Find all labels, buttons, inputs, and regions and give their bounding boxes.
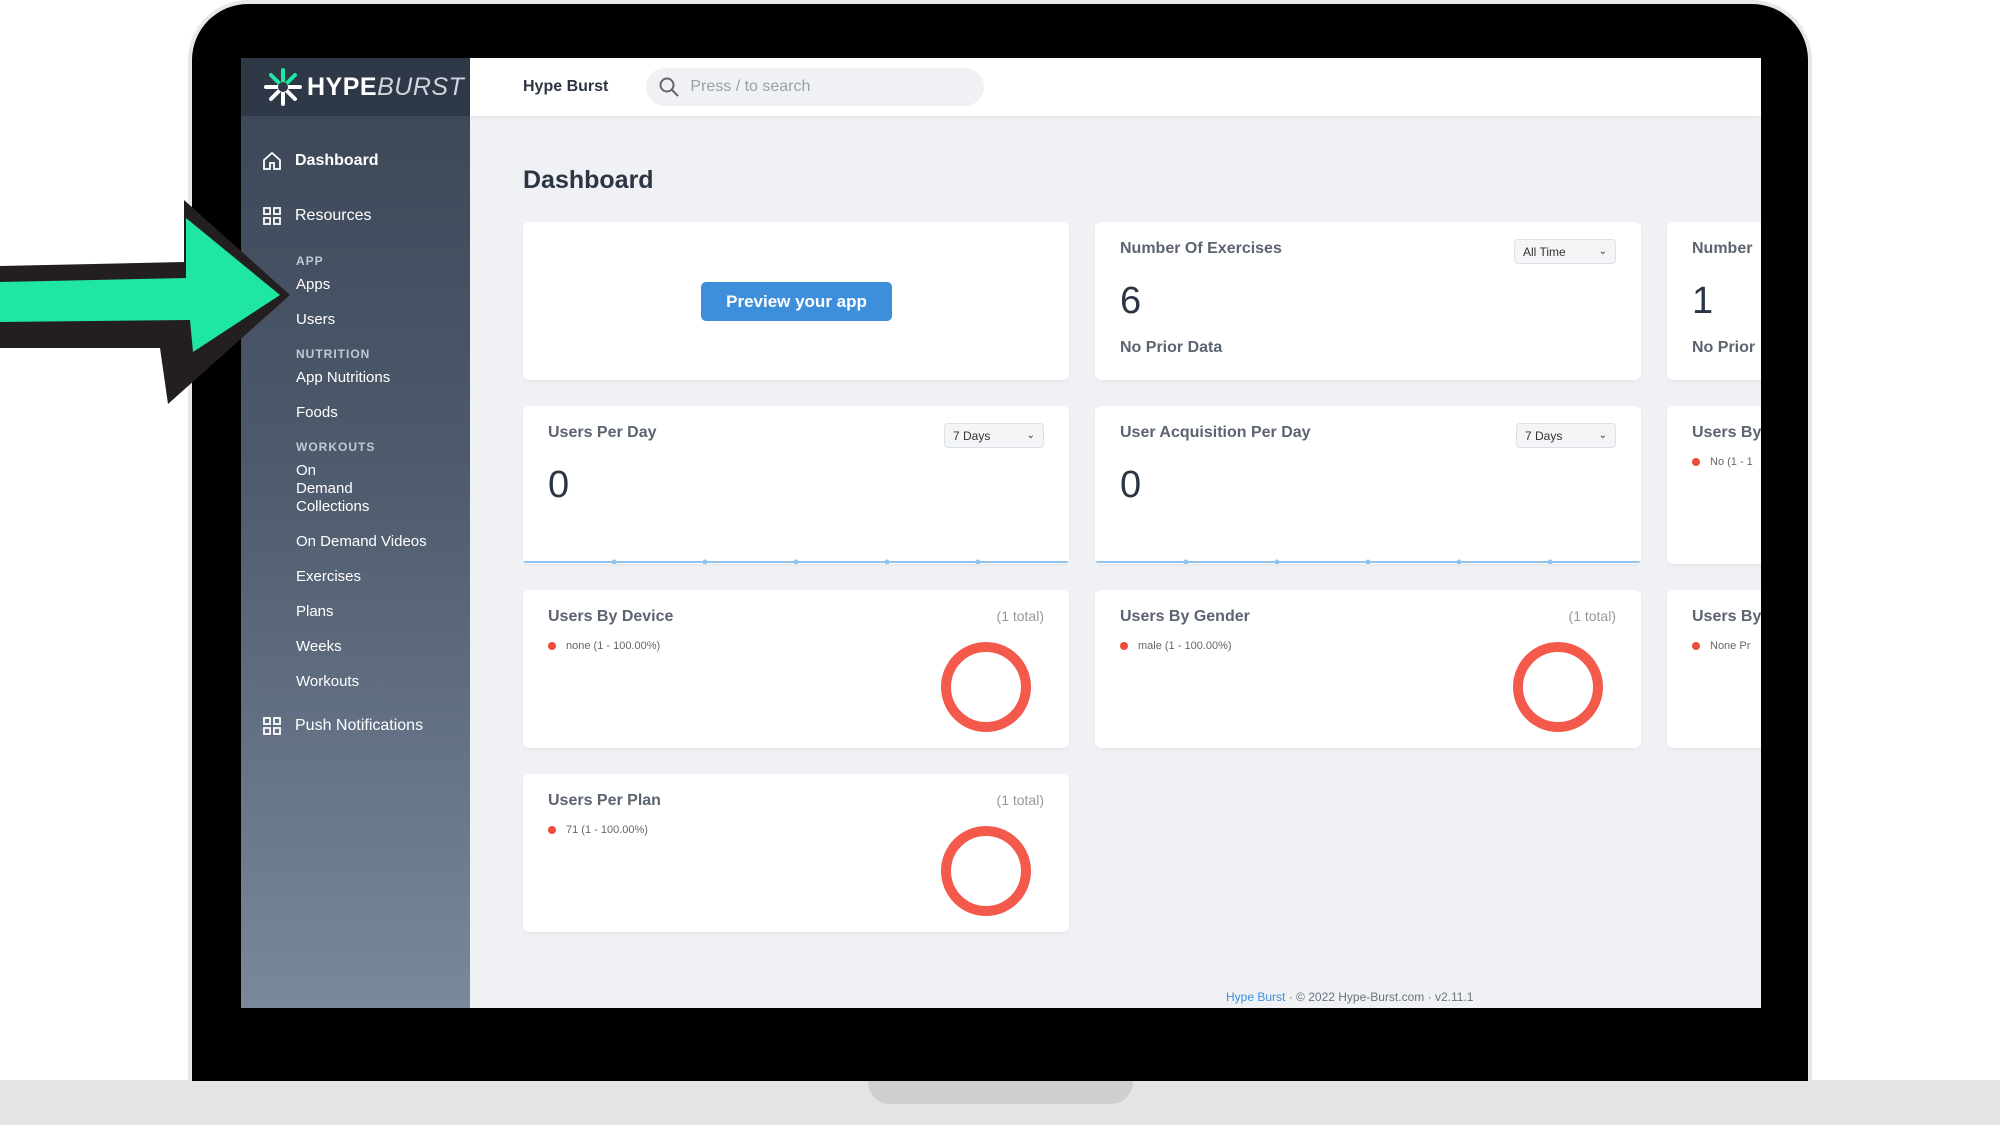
exercises-card: Number Of Exercises All Time ⌄ 6 No Prior… bbox=[1095, 222, 1641, 380]
card-title: Users Per Plan bbox=[548, 792, 661, 809]
page-title: Dashboard bbox=[523, 166, 654, 194]
users-per-day-card: Users Per Day 7 Days ⌄ 0 bbox=[523, 406, 1069, 564]
laptop-notch bbox=[868, 1080, 1133, 1104]
card-title: Users By bbox=[1692, 424, 1761, 441]
sidebar-item-exercises[interactable]: Exercises bbox=[241, 568, 470, 586]
footer-copyright: © 2022 Hype-Burst.com bbox=[1296, 990, 1425, 1004]
time-range-select[interactable]: 7 Days ⌄ bbox=[1516, 423, 1616, 448]
home-icon bbox=[263, 151, 281, 170]
laptop-stage: HYPEBURST Dashboard Resources APP Apps U… bbox=[0, 0, 2000, 1125]
brand-name[interactable]: Hype Burst bbox=[523, 78, 608, 96]
partial-metric-card: Number 1 No Prior bbox=[1667, 222, 1761, 380]
burst-logo-icon bbox=[264, 68, 302, 106]
preview-app-button[interactable]: Preview your app bbox=[701, 282, 892, 321]
metric-value: 0 bbox=[1120, 464, 1142, 506]
users-per-plan-card: Users Per Plan (1 total) 71 (1 - 100.00%… bbox=[523, 774, 1069, 932]
grid-icon bbox=[263, 717, 281, 735]
card-total: (1 total) bbox=[1568, 608, 1616, 624]
search-box[interactable] bbox=[646, 68, 985, 106]
legend-item: 71 (1 - 100.00%) bbox=[548, 824, 648, 836]
legend-item: None Pr bbox=[1692, 640, 1750, 652]
card-title: Users By Device bbox=[548, 608, 674, 625]
donut-chart bbox=[941, 826, 1031, 916]
sparkline bbox=[523, 559, 1069, 564]
metric-value: 1 bbox=[1692, 280, 1714, 322]
chevron-down-icon: ⌄ bbox=[1598, 246, 1607, 257]
card-total: (1 total) bbox=[996, 792, 1044, 808]
donut-chart bbox=[941, 642, 1031, 732]
legend-dot bbox=[548, 642, 556, 650]
search-input[interactable] bbox=[690, 78, 951, 96]
time-range-select[interactable]: All Time ⌄ bbox=[1514, 239, 1616, 264]
donut-chart bbox=[1513, 642, 1603, 732]
card-title: Users By Gender bbox=[1120, 608, 1250, 625]
legend-item: none (1 - 100.00%) bbox=[548, 640, 660, 652]
chevron-down-icon: ⌄ bbox=[1598, 430, 1607, 441]
legend-item: No (1 - 1 bbox=[1692, 456, 1753, 468]
nav-section-title: WORKOUTS bbox=[296, 440, 376, 454]
topbar: Hype Burst bbox=[470, 58, 1761, 116]
legend-dot bbox=[1120, 642, 1128, 650]
sidebar-item-workouts[interactable]: Workouts bbox=[241, 673, 470, 691]
nav-group-workouts: WORKOUTS On Demand Collections On Demand… bbox=[241, 440, 470, 691]
search-icon bbox=[659, 77, 680, 97]
metric-value: 0 bbox=[548, 464, 570, 506]
app-screen: HYPEBURST Dashboard Resources APP Apps U… bbox=[241, 58, 1761, 1008]
users-by-device-card: Users By Device (1 total) none (1 - 100.… bbox=[523, 590, 1069, 748]
legend-dot bbox=[1692, 642, 1700, 650]
preview-card: Preview your app bbox=[523, 222, 1069, 380]
chevron-down-icon: ⌄ bbox=[1026, 430, 1035, 441]
logo[interactable]: HYPEBURST bbox=[241, 58, 470, 116]
metric-subtext: No Prior bbox=[1692, 339, 1756, 356]
card-title: Users Per Day bbox=[548, 424, 657, 441]
legend-dot bbox=[1692, 458, 1700, 466]
card-title: Users By bbox=[1692, 608, 1761, 625]
users-by-gender-card: Users By Gender (1 total) male (1 - 100.… bbox=[1095, 590, 1641, 748]
sidebar-item-on-demand-collections[interactable]: On Demand Collections bbox=[241, 462, 369, 516]
acquisition-card: User Acquisition Per Day 7 Days ⌄ 0 bbox=[1095, 406, 1641, 564]
partial-breakdown-card: Users By No (1 - 1 bbox=[1667, 406, 1761, 564]
sidebar-item-on-demand-videos[interactable]: On Demand Videos bbox=[241, 533, 470, 551]
footer-link[interactable]: Hype Burst bbox=[1226, 990, 1285, 1004]
logo-text: HYPEBURST bbox=[307, 72, 465, 101]
metric-subtext: No Prior Data bbox=[1120, 339, 1223, 356]
legend-dot bbox=[548, 826, 556, 834]
metric-value: 6 bbox=[1120, 280, 1142, 322]
sidebar-item-weeks[interactable]: Weeks bbox=[241, 638, 470, 656]
sparkline bbox=[1095, 559, 1641, 564]
sidebar-item-push-notifications[interactable]: Push Notifications bbox=[241, 709, 470, 743]
time-range-select[interactable]: 7 Days ⌄ bbox=[944, 423, 1044, 448]
pointer-arrow-icon bbox=[0, 200, 290, 404]
partial-users-by-card: Users By None Pr bbox=[1667, 590, 1761, 748]
card-total: (1 total) bbox=[996, 608, 1044, 624]
card-title: Number bbox=[1692, 240, 1753, 257]
sidebar-item-plans[interactable]: Plans bbox=[241, 603, 470, 621]
footer-version: v2.11.1 bbox=[1434, 990, 1474, 1004]
card-title: User Acquisition Per Day bbox=[1120, 424, 1311, 441]
card-title: Number Of Exercises bbox=[1120, 240, 1282, 257]
legend-item: male (1 - 100.00%) bbox=[1120, 640, 1232, 652]
sidebar-item-dashboard[interactable]: Dashboard bbox=[241, 144, 470, 178]
